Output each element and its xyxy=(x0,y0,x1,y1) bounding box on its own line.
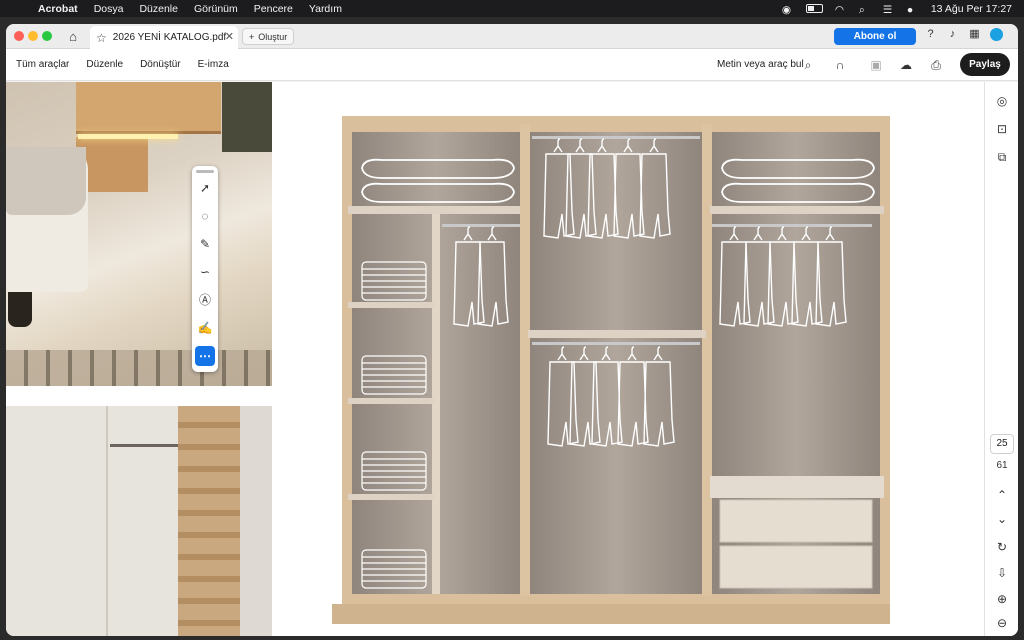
rotate-icon[interactable]: ↻ xyxy=(993,538,1011,556)
document-tab-title: 2026 YENİ KATALOG.pdf xyxy=(112,32,227,43)
search-icon[interactable]: ⌕ xyxy=(800,57,816,73)
bookmark-icon[interactable]: ⊡ xyxy=(993,120,1011,138)
save-icon[interactable]: ▣ xyxy=(868,57,884,73)
text-select-icon[interactable]: Ⓐ xyxy=(195,290,215,310)
subscribe-button[interactable]: Abone ol xyxy=(834,28,916,45)
toolbar-edit[interactable]: Düzenle xyxy=(86,59,123,70)
quick-tools-grip[interactable] xyxy=(196,170,214,173)
pages-thumbnails-icon[interactable]: ⧉ xyxy=(993,148,1011,166)
select-icon[interactable]: ➚ xyxy=(195,178,215,198)
menubar-status-area: ◉ ◠ ⌕ ☰ ● 13 Ağu Per 17:27 xyxy=(782,0,1012,17)
toolbar-esign[interactable]: E-imza xyxy=(198,59,229,70)
screen-record-icon[interactable]: ◉ xyxy=(782,4,794,16)
upload-cloud-icon[interactable]: ☁ xyxy=(898,57,914,73)
photo-led-strip xyxy=(78,134,178,139)
menubar-clock[interactable]: 13 Ağu Per 17:27 xyxy=(931,3,1012,15)
photo-sofa-leg xyxy=(8,292,32,327)
comment-icon[interactable]: ◌ xyxy=(195,206,215,226)
siri-icon[interactable]: ● xyxy=(907,4,919,16)
current-page-input[interactable]: 25 xyxy=(990,434,1014,454)
draw-icon[interactable]: ∽ xyxy=(195,262,215,282)
zoom-out-icon[interactable]: ⊖ xyxy=(993,614,1011,632)
photo-plant xyxy=(222,82,272,152)
apps-grid-icon[interactable]: ▦ xyxy=(968,28,981,41)
wifi-icon[interactable]: ◠ xyxy=(835,4,847,16)
star-icon[interactable]: ☆ xyxy=(96,31,107,45)
menu-window[interactable]: Pencere xyxy=(254,3,293,15)
photo-pillow xyxy=(6,147,86,215)
sign-icon[interactable]: ✍ xyxy=(195,318,215,338)
photo-sofa xyxy=(6,147,88,292)
tab-bar-icons: ? ♪ ▦ xyxy=(924,28,1003,41)
ai-assistant-icon[interactable]: ◎ xyxy=(993,92,1011,110)
menu-help[interactable]: Yardım xyxy=(309,3,342,15)
catalog-photo-detail xyxy=(6,406,272,636)
battery-icon[interactable] xyxy=(805,4,823,13)
menu-edit[interactable]: Düzenle xyxy=(139,3,178,15)
main-toolbar: Tüm araçlar Düzenle Dönüştür E-imza Meti… xyxy=(6,49,1018,81)
audio-read-icon[interactable]: ∩ xyxy=(832,57,848,73)
tab-bar: ⌂ ☆ 2026 YENİ KATALOG.pdf ✕ + Oluştur Ab… xyxy=(6,24,1018,49)
photo-rug xyxy=(6,350,272,386)
create-new-button[interactable]: + Oluştur xyxy=(242,28,295,45)
notifications-icon[interactable]: ♪ xyxy=(946,28,959,41)
right-rail: ◎ ⊡ ⧉ 25 61 ⌃ ⌄ ↻ ⇩ ⊕ ⊖ xyxy=(984,82,1018,636)
wardrobe-illustration xyxy=(332,116,890,624)
control-center-icon[interactable]: ☰ xyxy=(883,4,895,16)
photo-door-seam xyxy=(106,406,108,636)
photo-side-panel xyxy=(240,406,272,636)
menu-file[interactable]: Dosya xyxy=(94,3,124,15)
create-new-label: Oluştur xyxy=(258,31,288,42)
quick-tools-bar: ➚ ◌ ✎ ∽ Ⓐ ✍ ⋯ xyxy=(192,166,218,372)
close-tab-icon[interactable]: ✕ xyxy=(225,30,234,43)
total-pages-label: 61 xyxy=(996,460,1008,471)
creative-cloud-icon[interactable] xyxy=(990,28,1003,41)
menu-app-name[interactable]: Acrobat xyxy=(38,3,78,15)
minimize-window-button[interactable] xyxy=(28,31,38,41)
photo-textured-handle xyxy=(178,406,240,636)
find-text-tools-label[interactable]: Metin veya araç bul xyxy=(717,59,804,70)
close-window-button[interactable] xyxy=(14,31,24,41)
more-icon[interactable]: ⋯ xyxy=(195,346,215,366)
print-icon[interactable]: ⎙ xyxy=(928,57,944,73)
spotlight-icon[interactable]: ⌕ xyxy=(859,4,871,16)
page-fit-icon[interactable]: ⇩ xyxy=(993,564,1011,582)
plus-icon: + xyxy=(249,31,255,42)
macos-menubar: Acrobat Dosya Düzenle Görünüm Pencere Ya… xyxy=(0,0,1024,17)
help-icon[interactable]: ? xyxy=(924,28,937,41)
toolbar-all-tools[interactable]: Tüm araçlar xyxy=(16,59,69,70)
toolbar-convert[interactable]: Dönüştür xyxy=(140,59,181,70)
catalog-photo-interior xyxy=(6,82,272,386)
previous-page-icon[interactable]: ⌃ xyxy=(993,486,1011,504)
share-button[interactable]: Paylaş xyxy=(960,53,1010,76)
home-icon[interactable]: ⌂ xyxy=(64,28,82,45)
zoom-in-icon[interactable]: ⊕ xyxy=(993,590,1011,608)
photo-cabinet xyxy=(76,82,221,134)
acrobat-window: ⌂ ☆ 2026 YENİ KATALOG.pdf ✕ + Oluştur Ab… xyxy=(6,24,1018,636)
next-page-icon[interactable]: ⌄ xyxy=(993,510,1011,528)
zoom-window-button[interactable] xyxy=(42,31,52,41)
tab-document[interactable]: ☆ 2026 YENİ KATALOG.pdf ✕ xyxy=(90,26,238,49)
highlight-icon[interactable]: ✎ xyxy=(195,234,215,254)
menu-view[interactable]: Görünüm xyxy=(194,3,238,15)
document-viewer[interactable]: ➚ ◌ ✎ ∽ Ⓐ ✍ ⋯ xyxy=(6,82,984,636)
